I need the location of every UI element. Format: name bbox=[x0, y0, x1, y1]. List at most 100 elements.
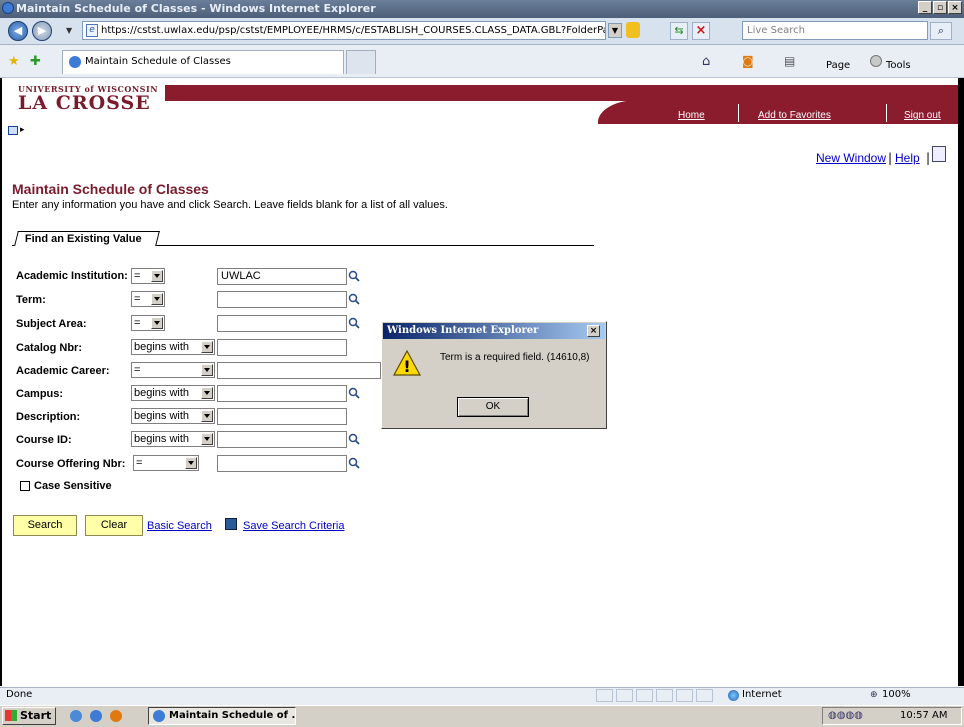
home-icon[interactable]: ⌂ bbox=[702, 54, 710, 69]
tray-network-icon[interactable]: ◍◍◍◍ bbox=[828, 710, 863, 721]
status-cell bbox=[596, 689, 613, 702]
course-offering-nbr-input[interactable] bbox=[217, 455, 347, 472]
history-dropdown-icon[interactable]: ▼ bbox=[66, 26, 72, 35]
course-id-input[interactable] bbox=[217, 431, 347, 448]
status-text: Done bbox=[6, 689, 33, 700]
operator-value: begins with bbox=[134, 433, 190, 445]
academic-institution-input[interactable]: UWLAC bbox=[217, 268, 347, 285]
help-link[interactable]: Help bbox=[895, 151, 920, 165]
expand-arrow-icon[interactable]: ▸ bbox=[20, 125, 25, 135]
add-to-favorites-link[interactable]: Add to Favorites bbox=[758, 110, 831, 121]
operator-select[interactable]: = bbox=[133, 455, 199, 471]
save-search-criteria-link[interactable]: Save Search Criteria bbox=[243, 520, 345, 532]
print-icon[interactable]: ▤ bbox=[784, 54, 795, 68]
chevron-down-icon bbox=[151, 270, 163, 282]
header-strip bbox=[165, 85, 958, 101]
forward-button[interactable]: ▶ bbox=[32, 21, 52, 41]
live-search-input[interactable]: Live Search bbox=[742, 21, 928, 40]
chevron-down-icon bbox=[185, 457, 197, 469]
operator-select[interactable]: = bbox=[131, 315, 165, 331]
basic-search-link[interactable]: Basic Search bbox=[147, 520, 212, 532]
tab-label: Find an Existing Value bbox=[24, 233, 142, 245]
add-favorites-icon[interactable]: ✚ bbox=[30, 54, 41, 69]
operator-select[interactable]: = bbox=[131, 268, 165, 284]
lookup-icon[interactable] bbox=[348, 317, 360, 329]
chevron-down-icon bbox=[201, 410, 213, 422]
status-cell bbox=[616, 689, 633, 702]
close-button[interactable]: × bbox=[948, 1, 962, 14]
window-title: Maintain Schedule of Classes - Windows I… bbox=[16, 2, 376, 15]
tools-menu[interactable]: Tools bbox=[886, 60, 911, 71]
dialog-ok-button[interactable]: OK bbox=[457, 397, 529, 417]
save-disk-icon bbox=[225, 518, 237, 530]
zoom-level[interactable]: 100% bbox=[882, 689, 911, 700]
tab-find-existing-value[interactable]: Find an Existing Value bbox=[14, 231, 160, 246]
operator-select[interactable]: begins with bbox=[131, 408, 215, 424]
operator-select[interactable]: begins with bbox=[131, 431, 215, 447]
field-label: Academic Career: bbox=[16, 365, 110, 377]
url-dropdown-icon[interactable]: ▼ bbox=[608, 23, 622, 38]
favorites-star-icon[interactable]: ★ bbox=[8, 54, 20, 69]
taskbar-ie-icon bbox=[153, 710, 165, 722]
feeds-icon[interactable]: ◙ bbox=[742, 54, 754, 68]
windows-taskbar bbox=[0, 705, 964, 727]
menu-toggle-icon[interactable] bbox=[8, 126, 18, 135]
status-bar bbox=[0, 687, 964, 705]
new-window-link[interactable]: New Window bbox=[816, 151, 886, 165]
home-link[interactable]: Home bbox=[678, 110, 705, 121]
search-button[interactable]: Search bbox=[13, 515, 77, 536]
field-label: Subject Area: bbox=[16, 318, 87, 330]
lookup-icon[interactable] bbox=[348, 270, 360, 282]
operator-select[interactable]: begins with bbox=[131, 339, 215, 355]
taskbar-item-ie[interactable]: Maintain Schedule of ... bbox=[148, 707, 296, 725]
lookup-icon[interactable] bbox=[348, 387, 360, 399]
search-icon[interactable]: ⌕ bbox=[930, 22, 952, 40]
operator-select[interactable]: = bbox=[131, 362, 215, 378]
new-tab-button[interactable] bbox=[346, 50, 376, 74]
lookup-icon[interactable] bbox=[348, 433, 360, 445]
address-toolbar: ◀ ▶ ▼ e https://cstst.uwlax.edu/psp/csts… bbox=[0, 18, 964, 45]
stop-icon[interactable]: × bbox=[692, 22, 710, 40]
term-input[interactable] bbox=[217, 291, 347, 308]
academic-career-select[interactable] bbox=[217, 362, 381, 379]
window-edge bbox=[0, 78, 2, 686]
catalog-nbr-input[interactable] bbox=[217, 339, 347, 356]
field-label: Academic Institution: bbox=[16, 270, 128, 282]
url-text: https://cstst.uwlax.edu/psp/cstst/EMPLOY… bbox=[101, 25, 605, 36]
operator-value: begins with bbox=[134, 387, 190, 399]
field-label: Course ID: bbox=[16, 434, 72, 446]
link-separator: | bbox=[888, 151, 893, 165]
lookup-icon[interactable] bbox=[348, 457, 360, 469]
page-menu[interactable]: Page bbox=[826, 60, 850, 71]
firefox-icon[interactable] bbox=[110, 710, 122, 722]
operator-value: = bbox=[134, 293, 141, 305]
dialog-close-button[interactable]: × bbox=[587, 325, 600, 337]
chevron-down-icon bbox=[201, 387, 213, 399]
maximize-button[interactable]: ▫ bbox=[933, 1, 947, 14]
description-input[interactable] bbox=[217, 408, 347, 425]
sign-out-link[interactable]: Sign out bbox=[904, 110, 941, 121]
subject-area-input[interactable] bbox=[217, 315, 347, 332]
ie-icon bbox=[2, 2, 14, 14]
back-button[interactable]: ◀ bbox=[8, 21, 28, 41]
desktop-icon[interactable] bbox=[70, 710, 82, 722]
case-sensitive-checkbox[interactable] bbox=[20, 481, 30, 491]
url-field[interactable]: e https://cstst.uwlax.edu/psp/cstst/EMPL… bbox=[82, 21, 606, 40]
browser-tab-active[interactable]: Maintain Schedule of Classes bbox=[62, 50, 344, 74]
http-help-icon[interactable] bbox=[932, 146, 946, 162]
window-edge bbox=[958, 78, 964, 686]
operator-select[interactable]: begins with bbox=[131, 385, 215, 401]
svg-text:!: ! bbox=[403, 357, 410, 376]
lookup-icon[interactable] bbox=[348, 293, 360, 305]
campus-input[interactable] bbox=[217, 385, 347, 402]
status-cell bbox=[636, 689, 653, 702]
clear-button[interactable]: Clear bbox=[85, 515, 143, 536]
refresh-icon[interactable]: ⇆ bbox=[670, 22, 688, 40]
lock-icon[interactable] bbox=[626, 22, 640, 38]
warning-icon: ! bbox=[392, 349, 422, 376]
ie-quicklaunch-icon[interactable] bbox=[90, 710, 102, 722]
chevron-down-icon bbox=[201, 364, 213, 376]
minimize-button[interactable]: _ bbox=[918, 1, 932, 14]
security-zone: Internet bbox=[742, 689, 782, 700]
operator-select[interactable]: = bbox=[131, 291, 165, 307]
